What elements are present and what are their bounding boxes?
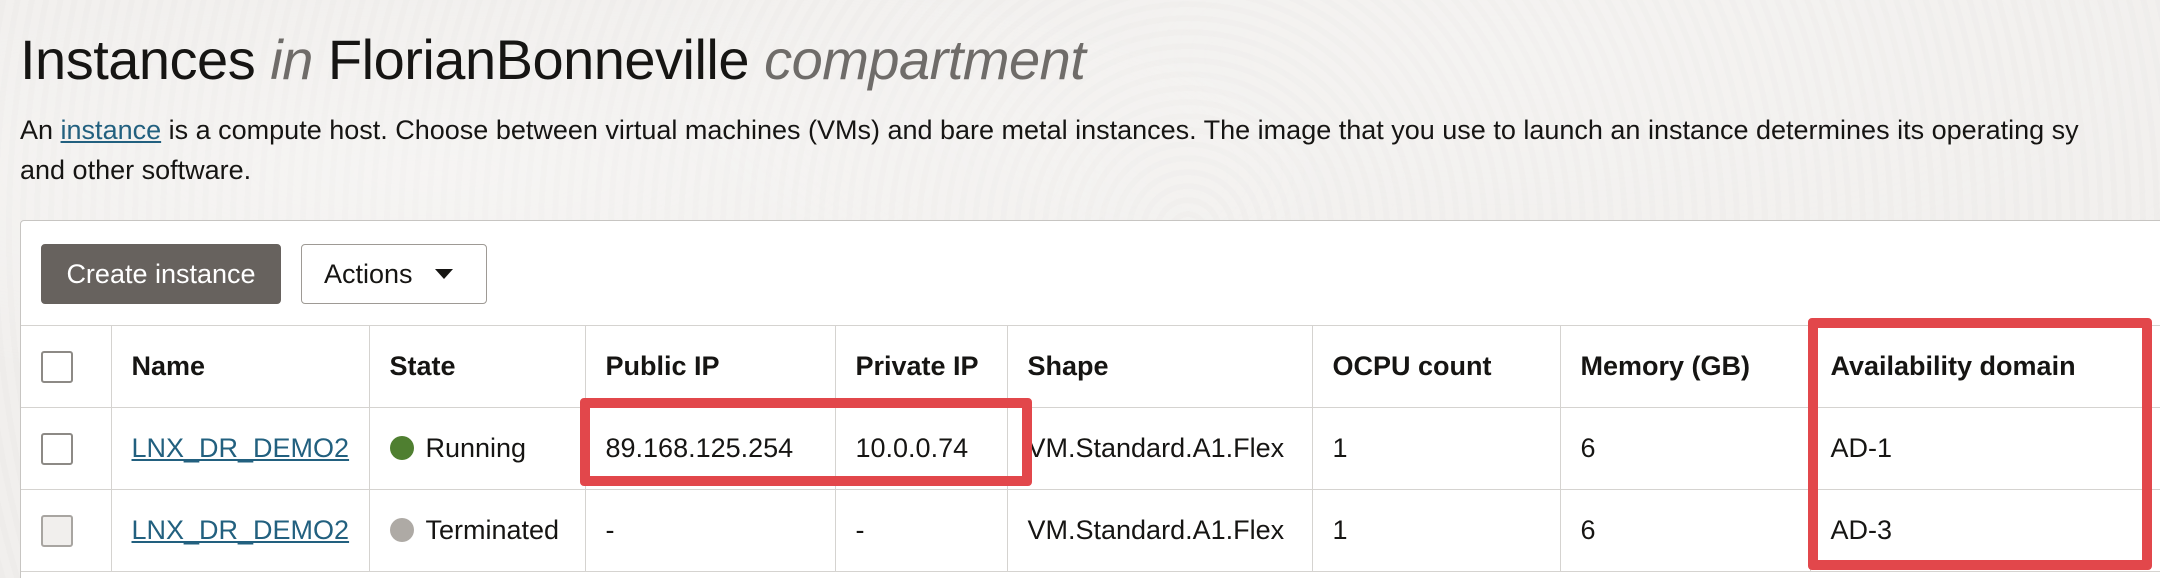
- actions-menu-button[interactable]: Actions: [301, 244, 487, 304]
- create-instance-button[interactable]: Create instance: [41, 244, 281, 304]
- description-line2: and other software.: [20, 155, 252, 185]
- column-header-availability-domain[interactable]: Availability domain: [1809, 325, 2160, 408]
- private-ip-cell: -: [834, 489, 1008, 572]
- instances-toolbar: Create instance Actions: [41, 244, 487, 304]
- state-label: Running: [425, 433, 527, 463]
- memory-cell: 6: [1559, 489, 1811, 572]
- ocpu-count-cell: 1: [1311, 407, 1561, 490]
- description-lead: An: [20, 115, 54, 145]
- state-cell: Terminated: [368, 489, 586, 572]
- select-all-checkbox[interactable]: [41, 350, 73, 383]
- table-row: LNX_DR_DEMO2 Running 89.168.125.254 10.0…: [21, 407, 2160, 490]
- state-label: Terminated: [425, 515, 560, 545]
- select-all-cell: [21, 325, 112, 408]
- instance-name-cell: LNX_DR_DEMO2: [110, 489, 370, 572]
- column-header-state[interactable]: State: [368, 325, 586, 408]
- title-suffix: compartment: [764, 28, 1086, 91]
- public-ip-cell: 89.168.125.254: [584, 407, 836, 490]
- page-description: An instance is a compute host. Choose be…: [20, 110, 2160, 190]
- shape-cell: VM.Standard.A1.Flex: [1006, 407, 1313, 490]
- shape-cell: VM.Standard.A1.Flex: [1006, 489, 1313, 572]
- column-header-ocpu-count[interactable]: OCPU count: [1311, 325, 1561, 408]
- column-header-name[interactable]: Name: [110, 325, 370, 408]
- availability-domain-cell: AD-3: [1809, 489, 2160, 572]
- instance-name-cell: LNX_DR_DEMO2: [110, 407, 370, 490]
- instance-help-link[interactable]: instance: [61, 115, 162, 145]
- table-row: LNX_DR_DEMO2 Terminated - - VM.Standard.…: [21, 489, 2160, 572]
- instance-name-link[interactable]: LNX_DR_DEMO2: [132, 515, 350, 545]
- row-select-cell: [21, 407, 112, 490]
- private-ip-cell: 10.0.0.74: [834, 407, 1008, 490]
- compartment-name: FlorianBonneville: [327, 28, 750, 91]
- description-line1: is a compute host. Choose between virtua…: [168, 115, 2079, 145]
- instance-name-link[interactable]: LNX_DR_DEMO2: [132, 433, 350, 463]
- status-running-dot-icon: [389, 436, 414, 460]
- table-header-row: Name State Public IP Private IP Shape OC…: [21, 325, 2160, 408]
- title-prefix: Instances: [20, 28, 256, 91]
- instances-table: Name State Public IP Private IP Shape OC…: [21, 325, 2160, 572]
- row-checkbox[interactable]: [41, 432, 73, 465]
- column-header-private-ip[interactable]: Private IP: [834, 325, 1008, 408]
- row-select-cell: [21, 489, 112, 572]
- instances-panel: Create instance Actions Name State Publi…: [20, 220, 2160, 578]
- memory-cell: 6: [1559, 407, 1811, 490]
- column-header-public-ip[interactable]: Public IP: [584, 325, 836, 408]
- actions-label: Actions: [324, 258, 413, 289]
- availability-domain-cell: AD-1: [1809, 407, 2160, 490]
- public-ip-cell: -: [584, 489, 836, 572]
- title-in: in: [270, 28, 313, 91]
- status-terminated-dot-icon: [389, 518, 414, 542]
- column-header-memory[interactable]: Memory (GB): [1559, 325, 1811, 408]
- caret-down-icon: [434, 269, 453, 279]
- ocpu-count-cell: 1: [1311, 489, 1561, 572]
- row-checkbox[interactable]: [41, 514, 73, 547]
- page-title: Instances in FlorianBonneville compartme…: [20, 22, 1086, 98]
- column-header-shape[interactable]: Shape: [1006, 325, 1313, 408]
- state-cell: Running: [368, 407, 586, 490]
